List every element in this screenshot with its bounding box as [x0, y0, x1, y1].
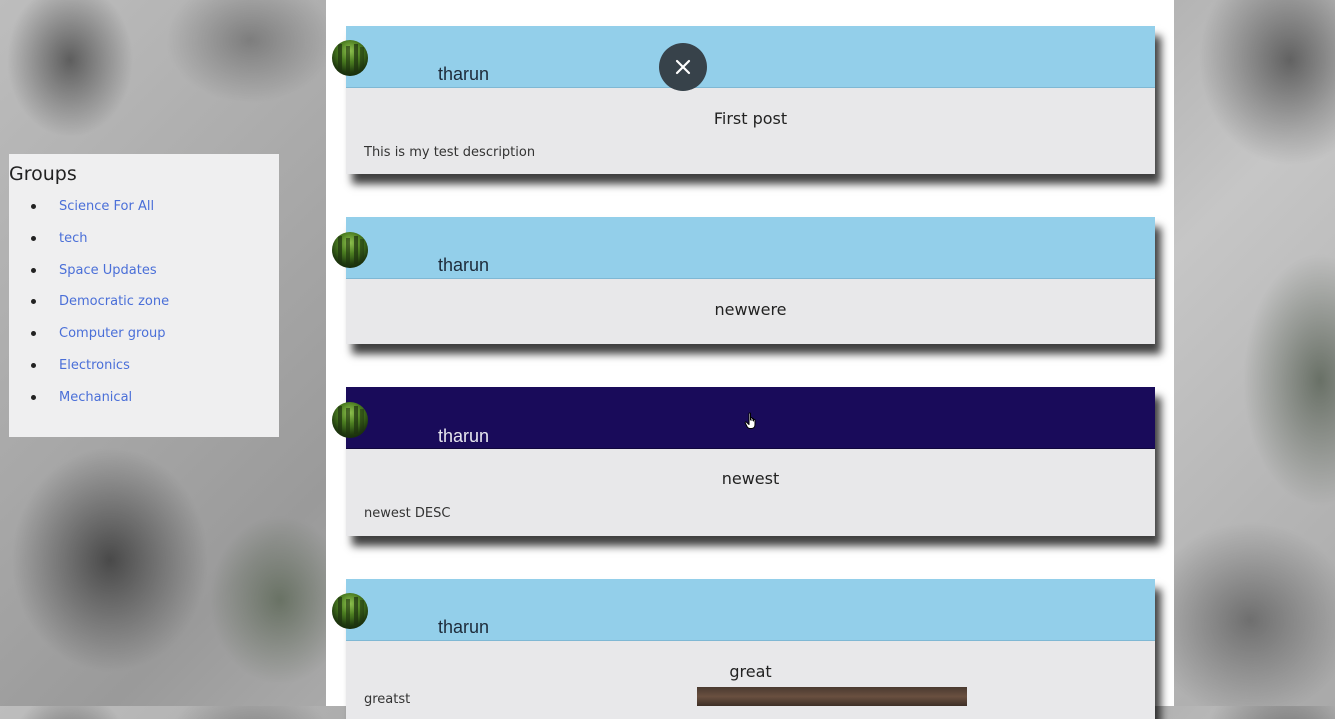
bullet-icon	[31, 267, 36, 273]
post-author[interactable]: tharun	[438, 617, 489, 638]
post-author[interactable]: tharun	[438, 426, 489, 447]
avatar[interactable]	[332, 232, 368, 268]
group-link-mechanical[interactable]: Mechanical	[59, 390, 132, 406]
post-header: tharun	[346, 26, 1155, 88]
group-link-science-for-all[interactable]: Science For All	[59, 199, 154, 215]
list-item: Mechanical	[9, 390, 279, 422]
post-header: tharun	[346, 579, 1155, 641]
avatar[interactable]	[332, 593, 368, 629]
group-link-democratic-zone[interactable]: Democratic zone	[59, 294, 169, 310]
bullet-icon	[31, 204, 36, 209]
list-item: Space Updates	[9, 263, 279, 295]
close-button[interactable]	[659, 43, 707, 91]
bullet-icon	[31, 394, 36, 400]
groups-panel: Groups Science For All tech Space Update…	[9, 154, 279, 437]
avatar[interactable]	[332, 40, 368, 76]
avatar[interactable]	[332, 402, 368, 438]
hand-pointer-icon	[744, 412, 756, 429]
post-description: newest DESC	[364, 506, 451, 521]
bullet-icon	[31, 362, 36, 368]
post-card[interactable]: tharun newwere	[346, 217, 1155, 344]
post-author[interactable]: tharun	[438, 64, 489, 85]
post-image[interactable]	[697, 687, 967, 706]
post-title: First post	[713, 109, 788, 128]
post-title: great	[729, 662, 772, 681]
groups-title: Groups	[9, 163, 77, 185]
bullet-icon	[31, 331, 36, 337]
post-card[interactable]: tharun newest newest DESC	[346, 387, 1155, 536]
list-item: tech	[9, 231, 279, 263]
group-link-space-updates[interactable]: Space Updates	[59, 263, 157, 279]
groups-list: Science For All tech Space Updates Democ…	[9, 199, 279, 422]
post-card[interactable]: tharun First post This is my test descri…	[346, 26, 1155, 174]
post-title: newest	[721, 469, 780, 488]
list-item: Democratic zone	[9, 294, 279, 326]
list-item: Computer group	[9, 326, 279, 358]
post-title: newwere	[714, 300, 787, 319]
post-header: tharun	[346, 217, 1155, 279]
close-icon	[675, 59, 691, 75]
group-link-tech[interactable]: tech	[59, 231, 87, 247]
group-link-electronics[interactable]: Electronics	[59, 358, 130, 374]
post-author[interactable]: tharun	[438, 255, 489, 276]
bullet-icon	[31, 299, 36, 305]
group-link-computer-group[interactable]: Computer group	[59, 326, 166, 342]
bullet-icon	[31, 235, 36, 241]
post-description: This is my test description	[364, 145, 536, 160]
list-item: Electronics	[9, 358, 279, 390]
list-item: Science For All	[9, 199, 279, 231]
